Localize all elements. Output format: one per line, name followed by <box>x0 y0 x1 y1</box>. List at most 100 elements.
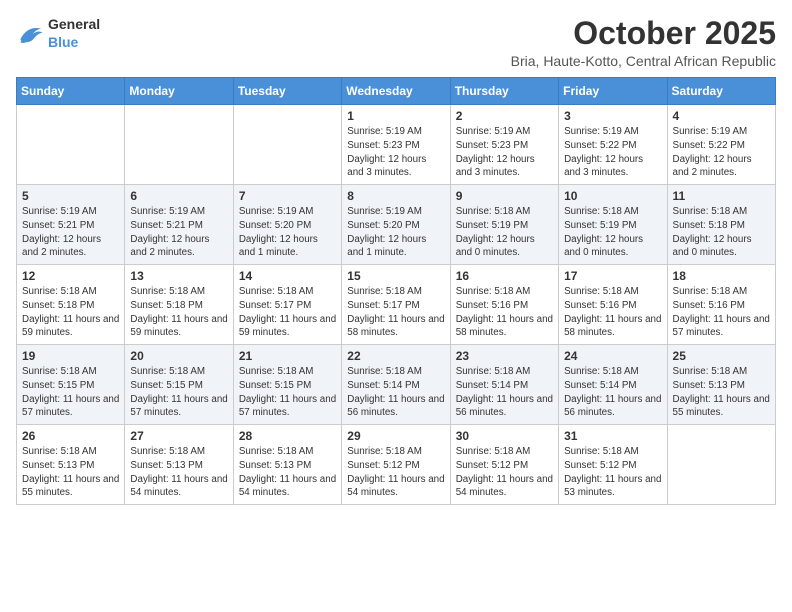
calendar-header-row: SundayMondayTuesdayWednesdayThursdayFrid… <box>17 78 776 105</box>
day-info: Sunrise: 5:18 AMSunset: 5:16 PMDaylight:… <box>456 285 553 340</box>
day-info: Sunrise: 5:18 AMSunset: 5:13 PMDaylight:… <box>130 445 227 500</box>
day-info: Sunrise: 5:19 AMSunset: 5:21 PMDaylight:… <box>22 205 119 260</box>
weekday-header-sunday: Sunday <box>17 78 125 105</box>
weekday-header-friday: Friday <box>559 78 667 105</box>
calendar-cell: 14 Sunrise: 5:18 AMSunset: 5:17 PMDayligh… <box>233 265 341 345</box>
day-info: Sunrise: 5:18 AMSunset: 5:14 PMDaylight:… <box>564 365 661 420</box>
calendar-cell: 15Sunrise: 5:18 AMSunset: 5:17 PMDayligh… <box>342 265 450 345</box>
logo: General Blue <box>16 16 100 52</box>
month-title: October 2025 <box>511 16 776 51</box>
day-info: Sunrise: 5:18 AMSunset: 5:18 PMDaylight:… <box>130 285 227 340</box>
day-number: 5 <box>22 189 119 203</box>
calendar-cell: 19 Sunrise: 5:18 AMSunset: 5:15 PMDayligh… <box>17 345 125 425</box>
day-number: 7 <box>239 189 336 203</box>
calendar-cell: 28Sunrise: 5:18 AMSunset: 5:13 PMDayligh… <box>233 425 341 505</box>
logo-icon <box>16 23 44 45</box>
day-number: 19 <box>22 349 119 363</box>
day-info: Sunrise: 5:19 AMSunset: 5:23 PMDaylight:… <box>456 125 553 180</box>
calendar-cell: 31 Sunrise: 5:18 AMSunset: 5:12 PMDayligh… <box>559 425 667 505</box>
day-number: 21 <box>239 349 336 363</box>
weekday-header-monday: Monday <box>125 78 233 105</box>
day-number: 27 <box>130 429 227 443</box>
calendar-cell: 27 Sunrise: 5:18 AMSunset: 5:13 PMDayligh… <box>125 425 233 505</box>
title-block: October 2025 Bria, Haute-Kotto, Central … <box>511 16 776 69</box>
day-number: 22 <box>347 349 444 363</box>
day-info: Sunrise: 5:18 AMSunset: 5:15 PMDaylight:… <box>239 365 336 420</box>
calendar-cell: 18Sunrise: 5:18 AMSunset: 5:16 PMDayligh… <box>667 265 775 345</box>
day-info: Sunrise: 5:18 AMSunset: 5:14 PMDaylight:… <box>456 365 553 420</box>
logo-blue: Blue <box>48 34 78 50</box>
day-info: Sunrise: 5:19 AMSunset: 5:20 PMDaylight:… <box>239 205 336 260</box>
day-info: Sunrise: 5:19 AMSunset: 5:23 PMDaylight:… <box>347 125 444 180</box>
calendar-cell <box>125 105 233 185</box>
calendar-cell: 29 Sunrise: 5:18 AMSunset: 5:12 PMDayligh… <box>342 425 450 505</box>
day-number: 14 <box>239 269 336 283</box>
calendar-cell: 12Sunrise: 5:18 AMSunset: 5:18 PMDayligh… <box>17 265 125 345</box>
day-info: Sunrise: 5:18 AMSunset: 5:14 PMDaylight:… <box>347 365 444 420</box>
calendar-cell: 6 Sunrise: 5:19 AMSunset: 5:21 PMDaylight… <box>125 185 233 265</box>
day-number: 13 <box>130 269 227 283</box>
day-number: 8 <box>347 189 444 203</box>
day-info: Sunrise: 5:19 AMSunset: 5:22 PMDaylight:… <box>564 125 661 180</box>
day-info: Sunrise: 5:18 AMSunset: 5:18 PMDaylight:… <box>22 285 119 340</box>
calendar-cell: 11Sunrise: 5:18 AMSunset: 5:18 PMDayligh… <box>667 185 775 265</box>
day-info: Sunrise: 5:18 AMSunset: 5:15 PMDaylight:… <box>22 365 119 420</box>
day-info: Sunrise: 5:18 AMSunset: 5:16 PMDaylight:… <box>564 285 661 340</box>
weekday-header-wednesday: Wednesday <box>342 78 450 105</box>
calendar-cell: 5 Sunrise: 5:19 AMSunset: 5:21 PMDaylight… <box>17 185 125 265</box>
day-number: 20 <box>130 349 227 363</box>
calendar-cell: 24Sunrise: 5:18 AMSunset: 5:14 PMDayligh… <box>559 345 667 425</box>
day-number: 9 <box>456 189 553 203</box>
day-number: 26 <box>22 429 119 443</box>
day-info: Sunrise: 5:19 AMSunset: 5:20 PMDaylight:… <box>347 205 444 260</box>
day-number: 23 <box>456 349 553 363</box>
day-info: Sunrise: 5:19 AMSunset: 5:21 PMDaylight:… <box>130 205 227 260</box>
day-number: 2 <box>456 109 553 123</box>
day-number: 25 <box>673 349 770 363</box>
day-number: 16 <box>456 269 553 283</box>
day-number: 29 <box>347 429 444 443</box>
day-info: Sunrise: 5:18 AMSunset: 5:12 PMDaylight:… <box>347 445 444 500</box>
day-number: 30 <box>456 429 553 443</box>
calendar-cell: 9Sunrise: 5:18 AMSunset: 5:19 PMDaylight… <box>450 185 558 265</box>
calendar-cell: 2 Sunrise: 5:19 AMSunset: 5:23 PMDaylight… <box>450 105 558 185</box>
day-info: Sunrise: 5:18 AMSunset: 5:18 PMDaylight:… <box>673 205 770 260</box>
weekday-header-tuesday: Tuesday <box>233 78 341 105</box>
calendar-cell: 13 Sunrise: 5:18 AMSunset: 5:18 PMDayligh… <box>125 265 233 345</box>
day-info: Sunrise: 5:18 AMSunset: 5:13 PMDaylight:… <box>673 365 770 420</box>
day-info: Sunrise: 5:18 AMSunset: 5:12 PMDaylight:… <box>564 445 661 500</box>
day-number: 6 <box>130 189 227 203</box>
day-info: Sunrise: 5:18 AMSunset: 5:12 PMDaylight:… <box>456 445 553 500</box>
calendar-cell: 20 Sunrise: 5:18 AMSunset: 5:15 PMDayligh… <box>125 345 233 425</box>
page-header: General Blue October 2025 Bria, Haute-Ko… <box>16 16 776 69</box>
calendar-cell: 10Sunrise: 5:18 AMSunset: 5:19 PMDayligh… <box>559 185 667 265</box>
logo-general: General <box>48 16 100 32</box>
day-info: Sunrise: 5:19 AMSunset: 5:22 PMDaylight:… <box>673 125 770 180</box>
calendar-cell: 25 Sunrise: 5:18 AMSunset: 5:13 PMDayligh… <box>667 345 775 425</box>
day-number: 1 <box>347 109 444 123</box>
calendar-cell: 4Sunrise: 5:19 AMSunset: 5:22 PMDaylight… <box>667 105 775 185</box>
day-info: Sunrise: 5:18 AMSunset: 5:13 PMDaylight:… <box>239 445 336 500</box>
calendar-cell: 23 Sunrise: 5:18 AMSunset: 5:14 PMDayligh… <box>450 345 558 425</box>
day-number: 31 <box>564 429 661 443</box>
calendar-table: SundayMondayTuesdayWednesdayThursdayFrid… <box>16 77 776 505</box>
calendar-cell <box>233 105 341 185</box>
calendar-cell: 7 Sunrise: 5:19 AMSunset: 5:20 PMDaylight… <box>233 185 341 265</box>
calendar-cell <box>17 105 125 185</box>
day-number: 17 <box>564 269 661 283</box>
calendar-week-row: 5 Sunrise: 5:19 AMSunset: 5:21 PMDaylight… <box>17 185 776 265</box>
calendar-cell: 21 Sunrise: 5:18 AMSunset: 5:15 PMDayligh… <box>233 345 341 425</box>
calendar-week-row: 1 Sunrise: 5:19 AMSunset: 5:23 PMDaylight… <box>17 105 776 185</box>
calendar-cell: 17 Sunrise: 5:18 AMSunset: 5:16 PMDayligh… <box>559 265 667 345</box>
calendar-cell <box>667 425 775 505</box>
calendar-cell: 16 Sunrise: 5:18 AMSunset: 5:16 PMDayligh… <box>450 265 558 345</box>
calendar-week-row: 26 Sunrise: 5:18 AMSunset: 5:13 PMDayligh… <box>17 425 776 505</box>
calendar-week-row: 12Sunrise: 5:18 AMSunset: 5:18 PMDayligh… <box>17 265 776 345</box>
logo-text: General Blue <box>48 16 100 52</box>
calendar-week-row: 19 Sunrise: 5:18 AMSunset: 5:15 PMDayligh… <box>17 345 776 425</box>
day-info: Sunrise: 5:18 AMSunset: 5:16 PMDaylight:… <box>673 285 770 340</box>
day-info: Sunrise: 5:18 AMSunset: 5:15 PMDaylight:… <box>130 365 227 420</box>
location-subtitle: Bria, Haute-Kotto, Central African Repub… <box>511 53 776 69</box>
day-info: Sunrise: 5:18 AMSunset: 5:17 PMDaylight:… <box>239 285 336 340</box>
calendar-cell: 26Sunrise: 5:18 AMSunset: 5:13 PMDayligh… <box>17 425 125 505</box>
